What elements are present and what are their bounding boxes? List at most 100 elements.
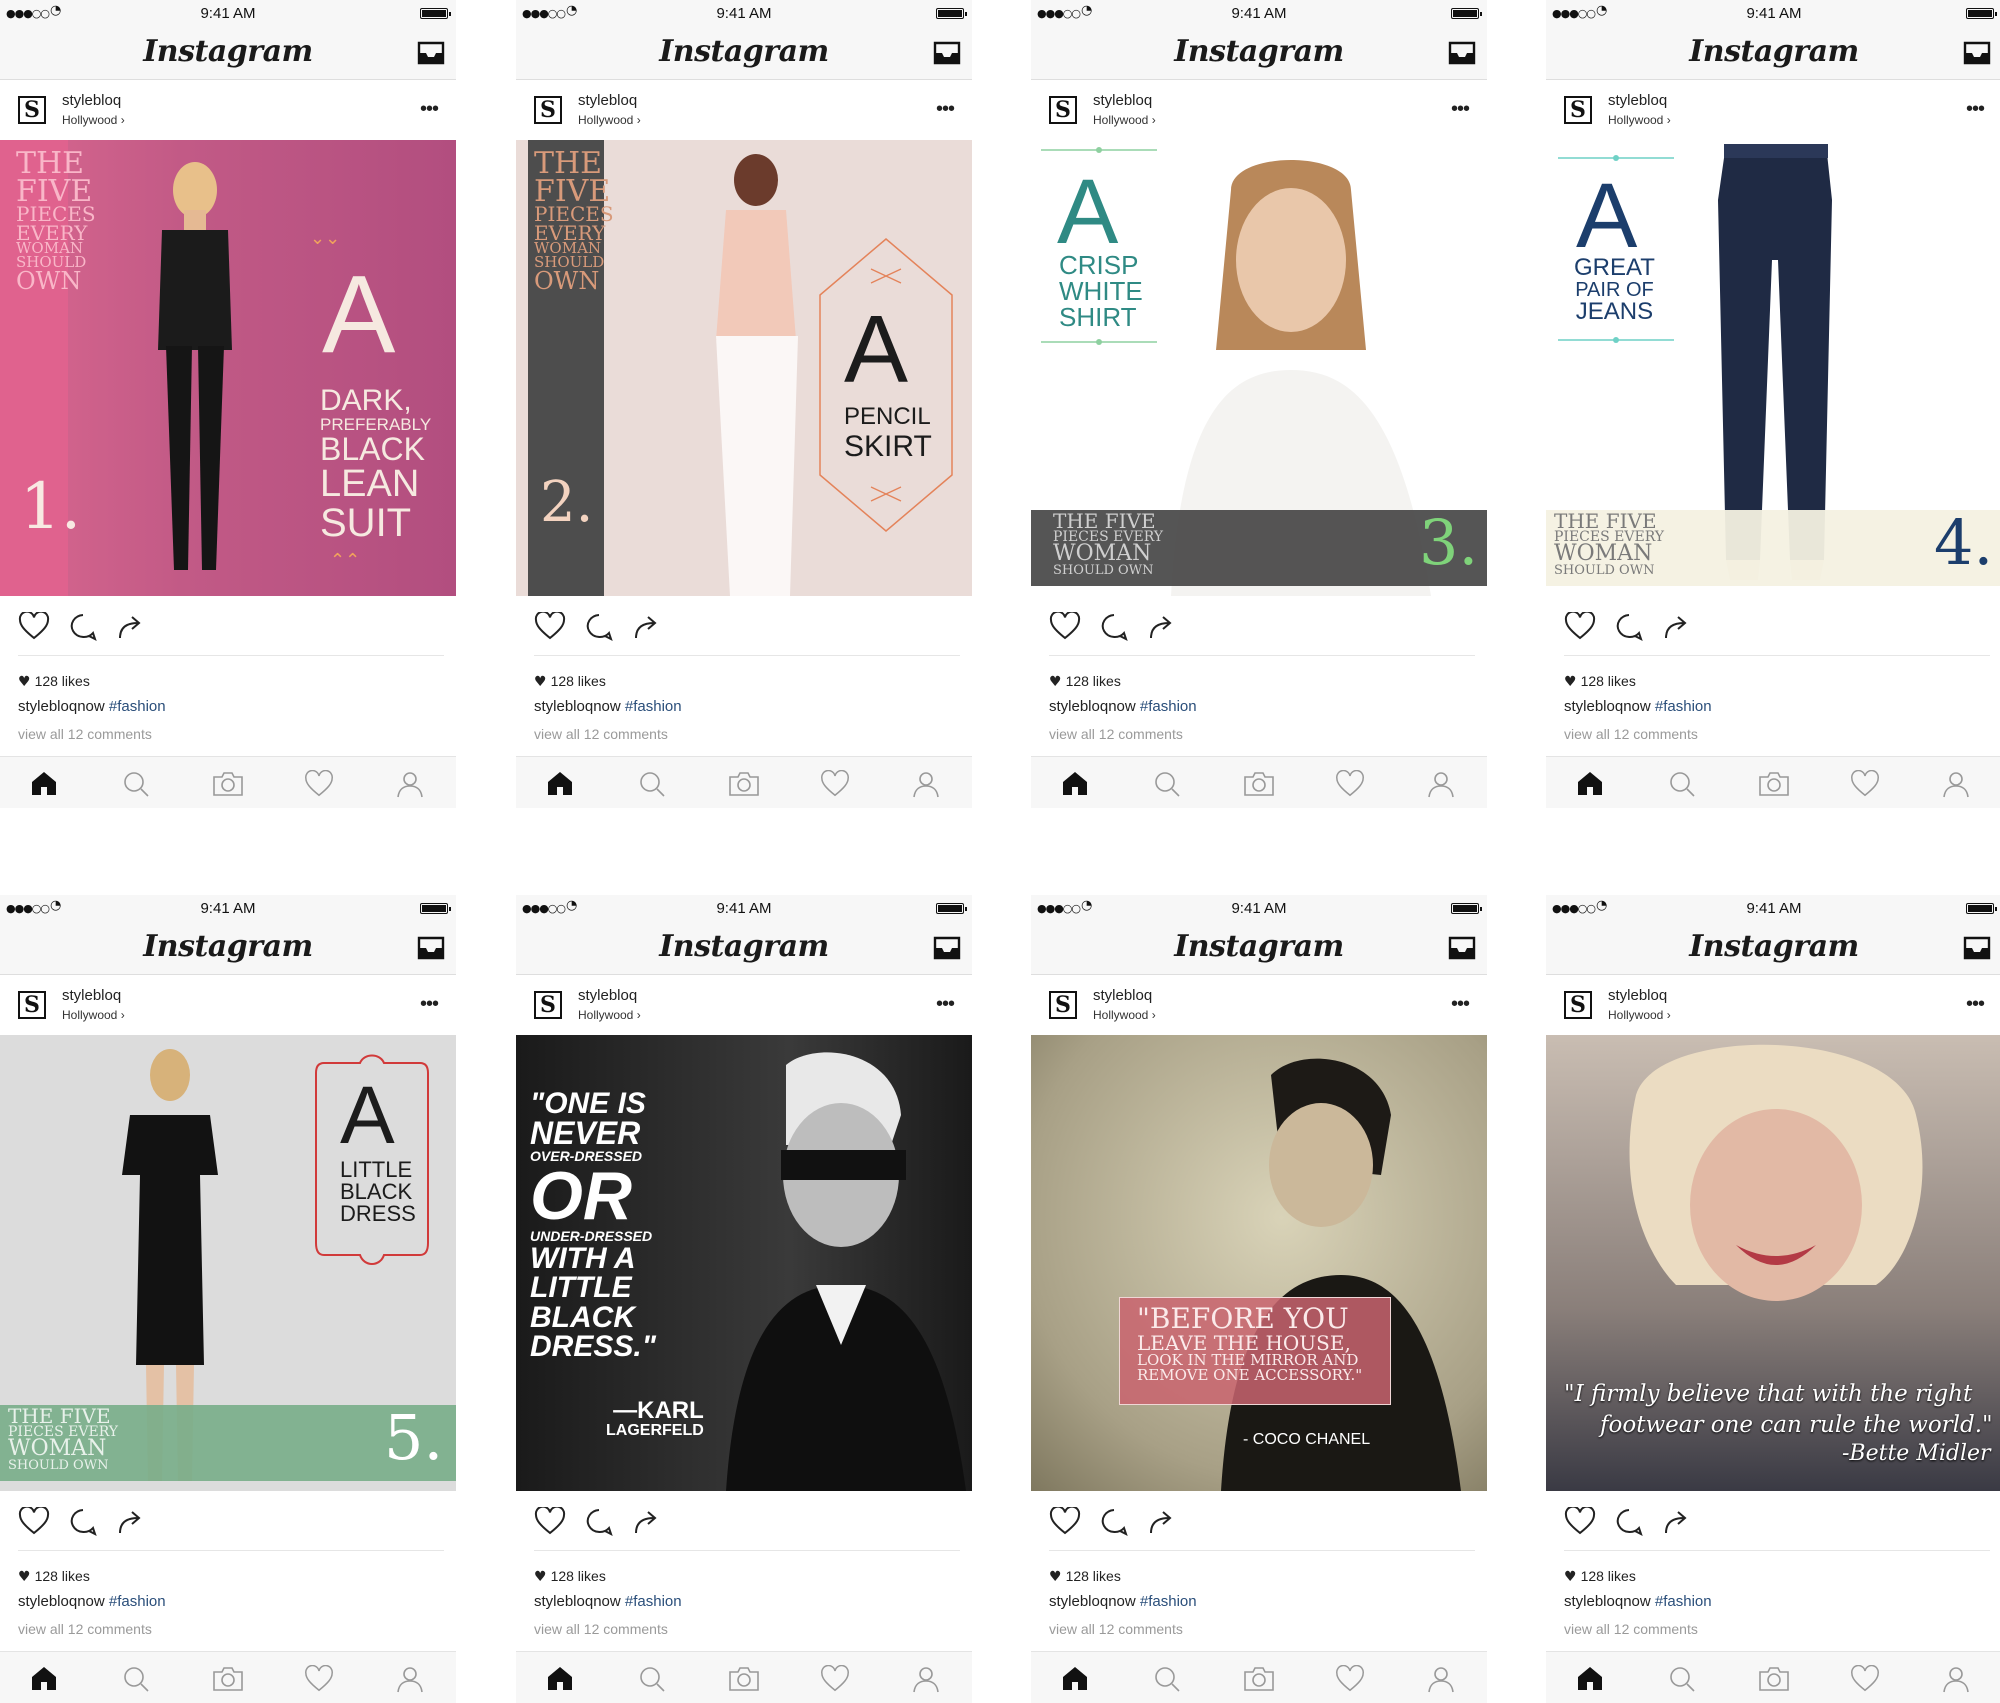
avatar[interactable]: S	[18, 991, 46, 1019]
share-icon[interactable]	[1662, 1507, 1692, 1537]
caption-hashtag[interactable]: #fashion	[625, 698, 682, 715]
heart-icon[interactable]	[534, 612, 566, 640]
inbox-icon[interactable]	[1962, 40, 1992, 66]
activity-heart-icon[interactable]	[304, 770, 334, 798]
activity-heart-icon[interactable]	[1335, 1665, 1365, 1693]
likes-count[interactable]: ♥ 128 likes	[1564, 673, 1636, 690]
search-icon[interactable]	[638, 1665, 666, 1693]
caption-hashtag[interactable]: #fashion	[1140, 1593, 1197, 1610]
more-options-icon[interactable]: •••	[1966, 98, 1985, 121]
share-icon[interactable]	[1147, 612, 1177, 642]
caption-hashtag[interactable]: #fashion	[1655, 1593, 1712, 1610]
view-comments-link[interactable]: view all 12 comments	[18, 1621, 152, 1637]
post-location[interactable]: Hollywood ›	[62, 1008, 125, 1022]
heart-icon[interactable]	[18, 1507, 50, 1535]
share-icon[interactable]	[632, 1507, 662, 1537]
home-icon[interactable]	[30, 770, 58, 796]
search-icon[interactable]	[122, 770, 150, 798]
avatar[interactable]: S	[1049, 991, 1077, 1019]
post-username[interactable]: stylebloq	[1608, 92, 1667, 109]
likes-count[interactable]: ♥ 128 likes	[18, 673, 90, 690]
home-icon[interactable]	[30, 1665, 58, 1691]
likes-count[interactable]: ♥ 128 likes	[1049, 673, 1121, 690]
post-image[interactable]: A CRISP WHITE SHIRT THE FIVE PIECES EVER…	[1031, 140, 1487, 596]
post-image[interactable]: THE FIVE PIECES EVERY WOMAN SHOULD OWN 2…	[516, 140, 972, 596]
post-location[interactable]: Hollywood ›	[578, 1008, 641, 1022]
share-icon[interactable]	[116, 612, 146, 642]
view-comments-link[interactable]: view all 12 comments	[534, 1621, 668, 1637]
inbox-icon[interactable]	[416, 40, 446, 66]
comment-icon[interactable]	[68, 612, 98, 642]
caption-username[interactable]: stylebloqnow	[1049, 1593, 1136, 1610]
inbox-icon[interactable]	[1962, 935, 1992, 961]
share-icon[interactable]	[632, 612, 662, 642]
post-location[interactable]: Hollywood ›	[1608, 113, 1671, 127]
camera-icon[interactable]	[1758, 770, 1790, 798]
likes-count[interactable]: ♥ 128 likes	[1049, 1568, 1121, 1585]
avatar[interactable]: S	[534, 96, 562, 124]
home-icon[interactable]	[1061, 770, 1089, 796]
caption-username[interactable]: stylebloqnow	[1564, 698, 1651, 715]
search-icon[interactable]	[638, 770, 666, 798]
post-username[interactable]: stylebloq	[1093, 987, 1152, 1004]
search-icon[interactable]	[1153, 1665, 1181, 1693]
caption-username[interactable]: stylebloqnow	[1564, 1593, 1651, 1610]
post-username[interactable]: stylebloq	[1093, 92, 1152, 109]
home-icon[interactable]	[1576, 1665, 1604, 1691]
avatar[interactable]: S	[1564, 991, 1592, 1019]
heart-icon[interactable]	[1049, 1507, 1081, 1535]
likes-count[interactable]: ♥ 128 likes	[18, 1568, 90, 1585]
heart-icon[interactable]	[1564, 1507, 1596, 1535]
comment-icon[interactable]	[68, 1507, 98, 1537]
avatar[interactable]: S	[18, 96, 46, 124]
post-username[interactable]: stylebloq	[578, 987, 637, 1004]
avatar[interactable]: S	[534, 991, 562, 1019]
share-icon[interactable]	[1147, 1507, 1177, 1537]
profile-icon[interactable]	[396, 1665, 424, 1693]
camera-icon[interactable]	[212, 1665, 244, 1693]
search-icon[interactable]	[1153, 770, 1181, 798]
post-image[interactable]: "I firmly believe that with the right fo…	[1546, 1035, 2000, 1491]
avatar[interactable]: S	[1049, 96, 1077, 124]
comment-icon[interactable]	[584, 612, 614, 642]
post-location[interactable]: Hollywood ›	[578, 113, 641, 127]
home-icon[interactable]	[546, 1665, 574, 1691]
activity-heart-icon[interactable]	[1850, 1665, 1880, 1693]
inbox-icon[interactable]	[1447, 935, 1477, 961]
profile-icon[interactable]	[912, 770, 940, 798]
likes-count[interactable]: ♥ 128 likes	[1564, 1568, 1636, 1585]
post-location[interactable]: Hollywood ›	[1608, 1008, 1671, 1022]
heart-icon[interactable]	[1564, 612, 1596, 640]
post-location[interactable]: Hollywood ›	[1093, 113, 1156, 127]
post-image[interactable]: "BEFORE YOU LEAVE THE HOUSE, LOOK IN THE…	[1031, 1035, 1487, 1491]
profile-icon[interactable]	[396, 770, 424, 798]
camera-icon[interactable]	[212, 770, 244, 798]
view-comments-link[interactable]: view all 12 comments	[18, 726, 152, 742]
view-comments-link[interactable]: view all 12 comments	[1049, 1621, 1183, 1637]
caption-hashtag[interactable]: #fashion	[1655, 698, 1712, 715]
comment-icon[interactable]	[584, 1507, 614, 1537]
activity-heart-icon[interactable]	[1850, 770, 1880, 798]
caption-username[interactable]: stylebloqnow	[534, 1593, 621, 1610]
home-icon[interactable]	[1061, 1665, 1089, 1691]
activity-heart-icon[interactable]	[820, 770, 850, 798]
home-icon[interactable]	[1576, 770, 1604, 796]
view-comments-link[interactable]: view all 12 comments	[1049, 726, 1183, 742]
post-image[interactable]: THE FIVE PIECES EVERY WOMAN SHOULD OWN 1…	[0, 140, 456, 596]
share-icon[interactable]	[116, 1507, 146, 1537]
likes-count[interactable]: ♥ 128 likes	[534, 1568, 606, 1585]
caption-username[interactable]: stylebloqnow	[534, 698, 621, 715]
caption-username[interactable]: stylebloqnow	[18, 698, 105, 715]
more-options-icon[interactable]: •••	[420, 98, 439, 121]
inbox-icon[interactable]	[1447, 40, 1477, 66]
more-options-icon[interactable]: •••	[1966, 993, 1985, 1016]
inbox-icon[interactable]	[932, 40, 962, 66]
caption-username[interactable]: stylebloqnow	[18, 1593, 105, 1610]
profile-icon[interactable]	[1942, 1665, 1970, 1693]
camera-icon[interactable]	[1758, 1665, 1790, 1693]
search-icon[interactable]	[1668, 770, 1696, 798]
view-comments-link[interactable]: view all 12 comments	[1564, 726, 1698, 742]
activity-heart-icon[interactable]	[304, 1665, 334, 1693]
camera-icon[interactable]	[728, 770, 760, 798]
comment-icon[interactable]	[1614, 1507, 1644, 1537]
